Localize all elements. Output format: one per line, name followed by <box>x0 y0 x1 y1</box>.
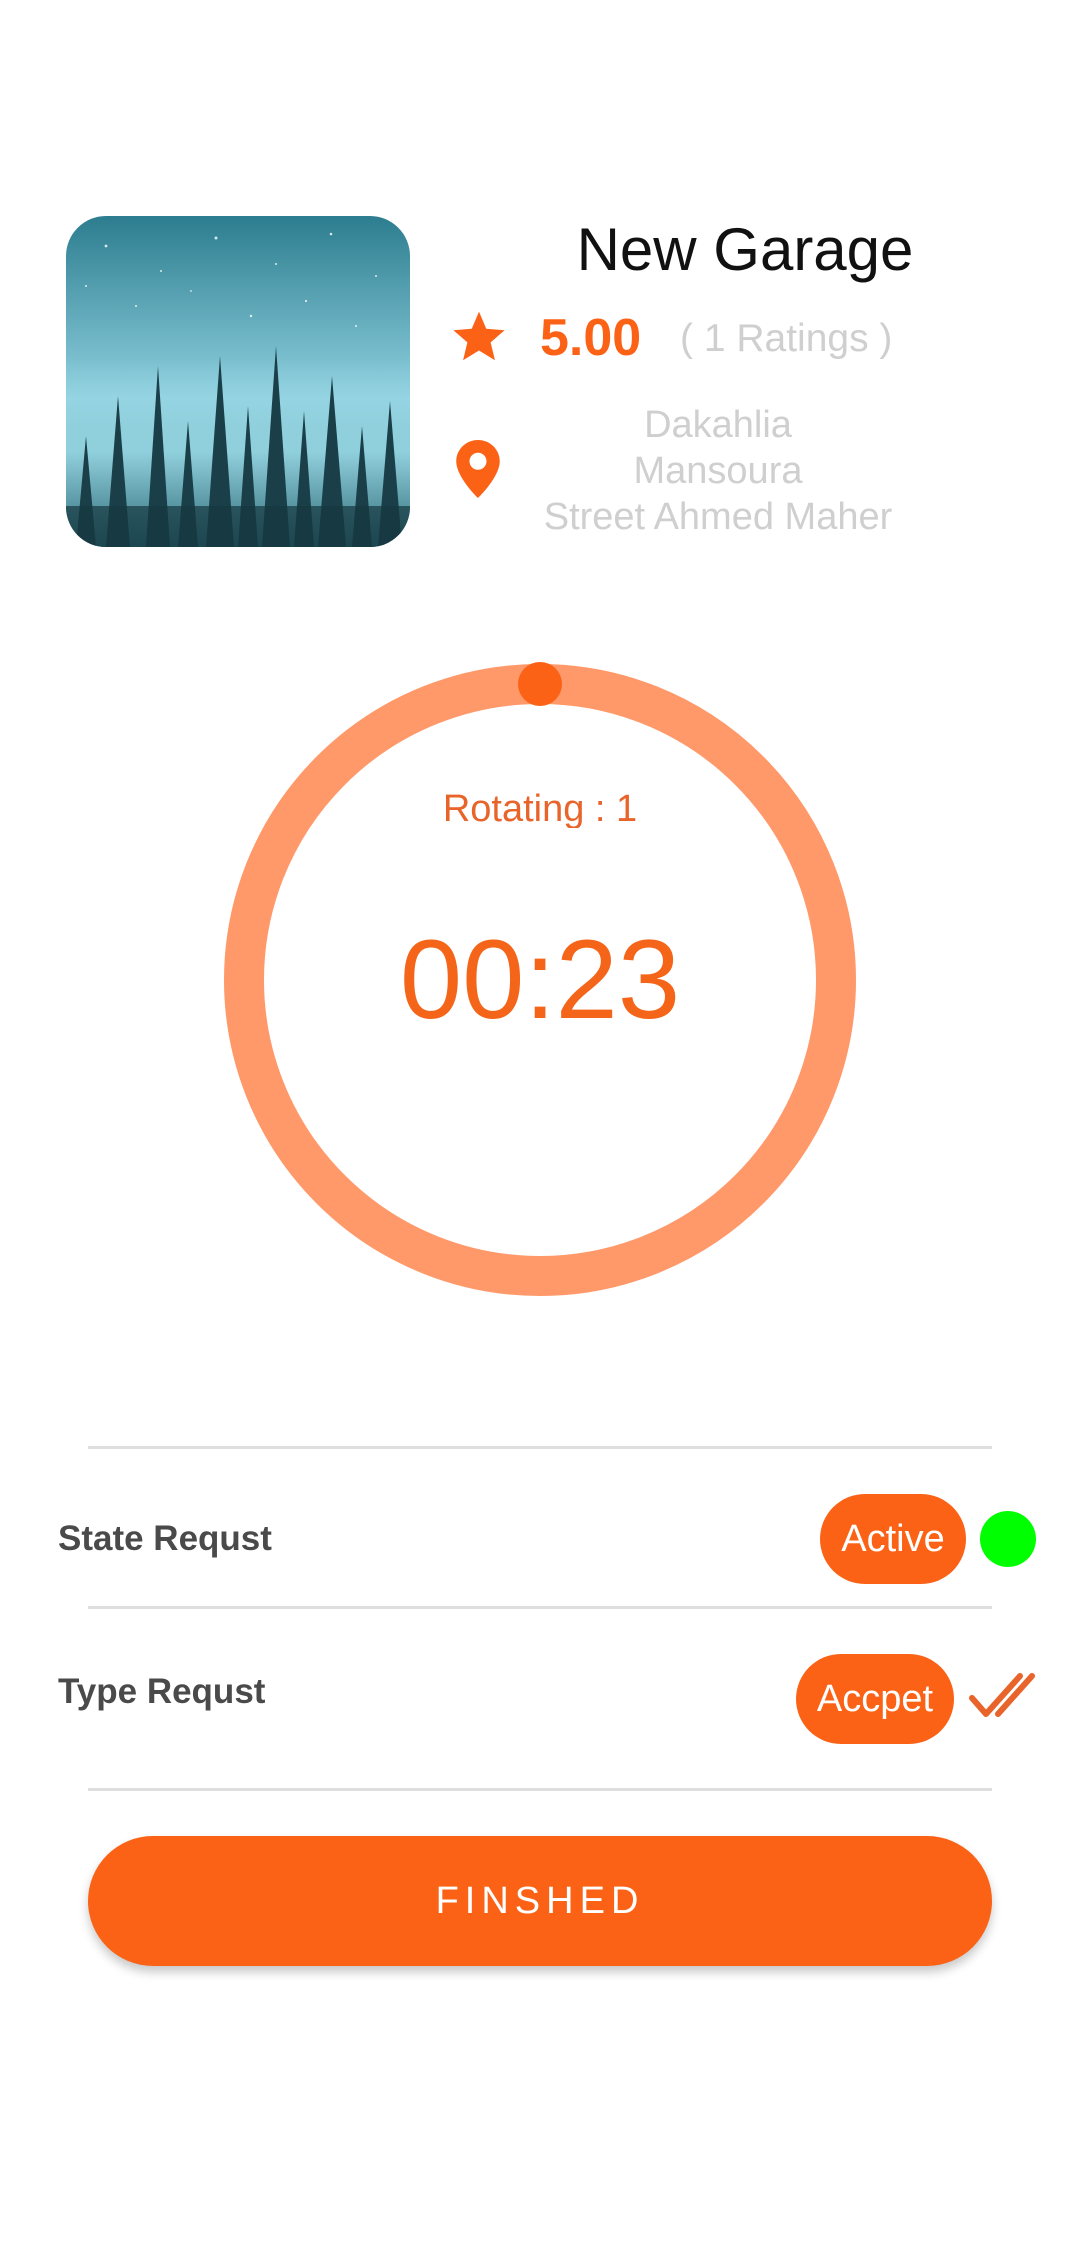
state-badge: Active <box>820 1494 966 1584</box>
divider <box>88 1606 992 1609</box>
timer-value: 00:23 <box>399 917 681 1042</box>
type-badge: Accpet <box>796 1654 954 1744</box>
address-line-street: Street Ahmed Maher <box>543 496 893 538</box>
garage-photo <box>66 216 410 547</box>
rating-count: ( 1 Ratings ) <box>680 317 893 360</box>
timer-progress-knob <box>518 662 562 706</box>
finished-button[interactable]: FINSHED <box>88 1836 992 1966</box>
rotating-counter: Rotating : 1 <box>442 788 638 828</box>
address-line-governorate: Dakahlia <box>644 404 792 446</box>
divider <box>88 1446 992 1449</box>
state-request-label: State Requst <box>58 1519 272 1558</box>
address-line-city: Mansoura <box>633 450 803 492</box>
active-status-dot <box>980 1511 1036 1567</box>
garage-address: Dakahlia Mansoura Street Ahmed Maher <box>530 402 906 540</box>
star-icon <box>453 311 505 361</box>
forest-image <box>66 216 410 547</box>
rating-value: 5.00 <box>540 309 642 367</box>
divider <box>88 1788 992 1791</box>
type-request-label: Type Requst <box>58 1672 266 1711</box>
location-pin-icon <box>456 440 500 498</box>
garage-name: New Garage <box>576 216 914 283</box>
double-check-icon <box>969 1673 1035 1717</box>
